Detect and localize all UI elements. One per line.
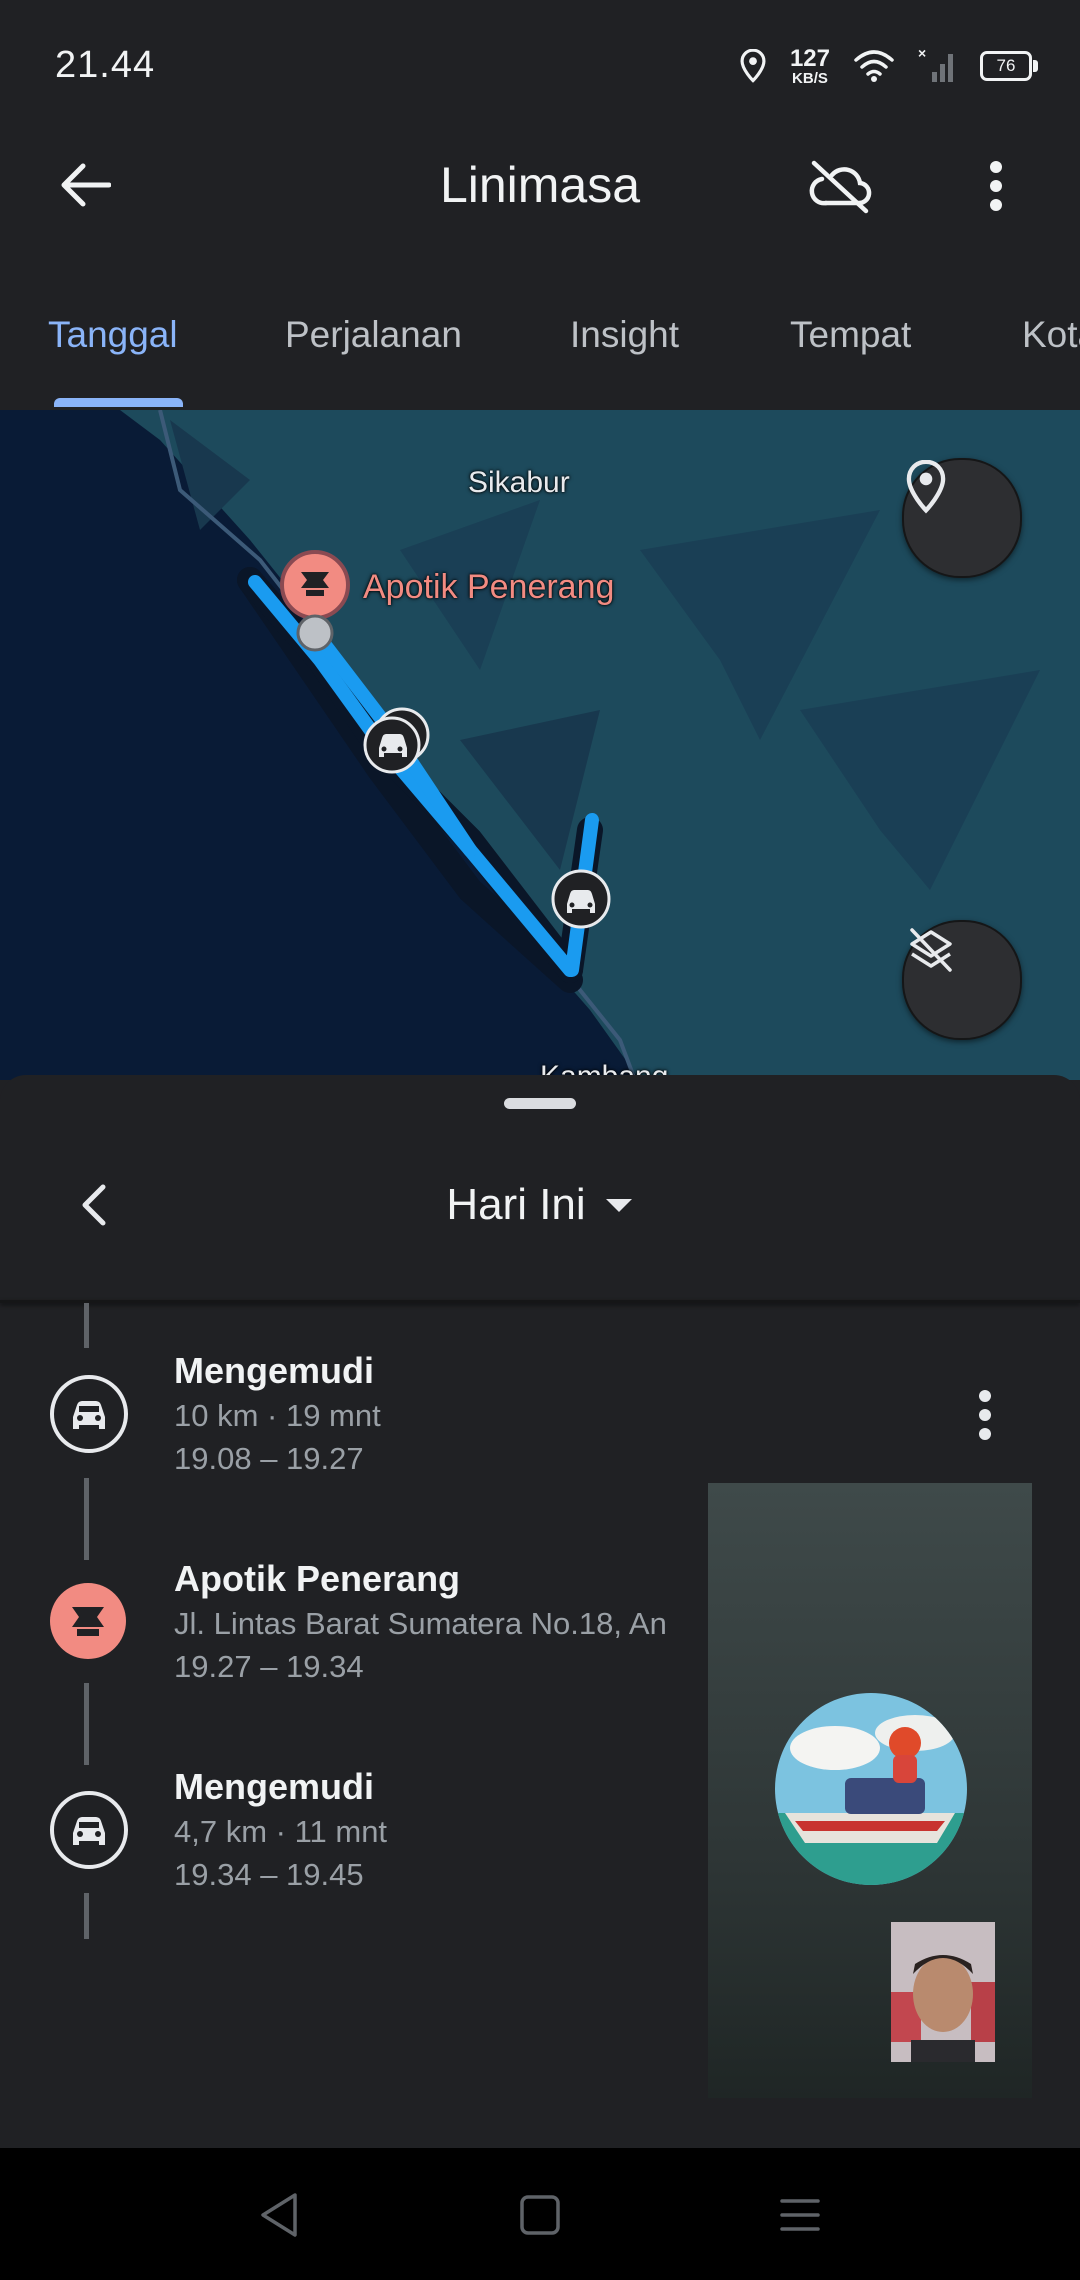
page-title: Linimasa xyxy=(439,157,641,213)
pharmacy-icon xyxy=(50,1583,126,1659)
timeline-item-title[interactable]: Apotik Penerang xyxy=(174,1558,460,1600)
timeline-item-time: 19.08 – 19.27 xyxy=(174,1441,364,1476)
dropdown-arrow-icon xyxy=(605,1199,632,1212)
nav-menu-icon[interactable] xyxy=(765,2180,835,2250)
date-label: Hari Ini xyxy=(446,1180,586,1229)
self-view-thumbnail[interactable] xyxy=(891,1922,995,2062)
car-marker-icon[interactable] xyxy=(360,705,432,775)
pharmacy-pin-icon[interactable] xyxy=(280,550,350,620)
tab-bar: Tanggal Perjalanan Insight Tempat Kota xyxy=(0,300,1080,410)
map-poi-label[interactable]: Apotik Penerang xyxy=(363,568,614,607)
sheet-divider xyxy=(0,1300,1080,1303)
map-label-sikabur: Sikabur xyxy=(468,466,570,499)
caller-avatar xyxy=(775,1693,967,1885)
status-time: 21.44 xyxy=(55,44,156,86)
no-signal-icon: × xyxy=(918,46,953,82)
nav-home-icon[interactable] xyxy=(505,2180,575,2250)
timeline-item-title[interactable]: Mengemudi xyxy=(174,1350,374,1392)
tab-perjalanan[interactable]: Perjalanan xyxy=(285,314,462,356)
tab-indicator xyxy=(54,398,183,407)
date-selector[interactable]: Hari Ini xyxy=(0,1170,1080,1240)
tab-kota[interactable]: Kota xyxy=(1022,314,1080,356)
tab-tempat[interactable]: Tempat xyxy=(790,314,911,356)
timeline-line xyxy=(84,1303,89,1348)
more-vert-icon[interactable] xyxy=(966,148,1026,224)
car-marker-icon-2[interactable] xyxy=(550,868,612,930)
nav-back-icon[interactable] xyxy=(244,2180,314,2250)
layers-off-button[interactable] xyxy=(902,920,1022,1040)
battery-icon: 76 xyxy=(980,51,1038,81)
timeline-line xyxy=(84,1893,89,1939)
timeline-item-time: 19.27 – 19.34 xyxy=(174,1649,364,1684)
timeline-line xyxy=(84,1683,89,1765)
tab-tanggal[interactable]: Tanggal xyxy=(48,314,178,356)
timeline-item-title[interactable]: Mengemudi xyxy=(174,1766,374,1808)
svg-text:×: × xyxy=(918,46,926,61)
car-icon xyxy=(50,1375,128,1453)
timeline-item-address: Jl. Lintas Barat Sumatera No.18, An xyxy=(174,1606,667,1641)
cloud-off-icon[interactable] xyxy=(800,148,880,224)
tab-insight[interactable]: Insight xyxy=(570,314,679,356)
timeline-item-time: 19.34 – 19.45 xyxy=(174,1857,364,1892)
location-pin-button[interactable] xyxy=(902,458,1022,578)
location-pin-icon xyxy=(906,460,946,514)
wifi-icon xyxy=(854,50,894,82)
back-arrow-icon[interactable] xyxy=(50,150,120,220)
map-view[interactable]: Sikabur Kambang Apotik Penerang xyxy=(0,410,1080,1080)
timeline-line xyxy=(84,1478,89,1560)
timeline-item-distance: 4,7 km · 11 mnt xyxy=(174,1814,388,1849)
layers-off-icon xyxy=(910,928,952,972)
timeline-item-distance: 10 km · 19 mnt xyxy=(174,1398,381,1433)
status-icons: 127 KB/S × 76 xyxy=(738,38,1038,94)
car-icon xyxy=(50,1791,128,1869)
network-speed: 127 KB/S xyxy=(789,44,830,87)
drag-handle[interactable] xyxy=(504,1098,576,1109)
row-more-icon[interactable] xyxy=(955,1380,1015,1450)
route-stop-marker xyxy=(295,613,335,653)
location-icon xyxy=(740,49,766,83)
